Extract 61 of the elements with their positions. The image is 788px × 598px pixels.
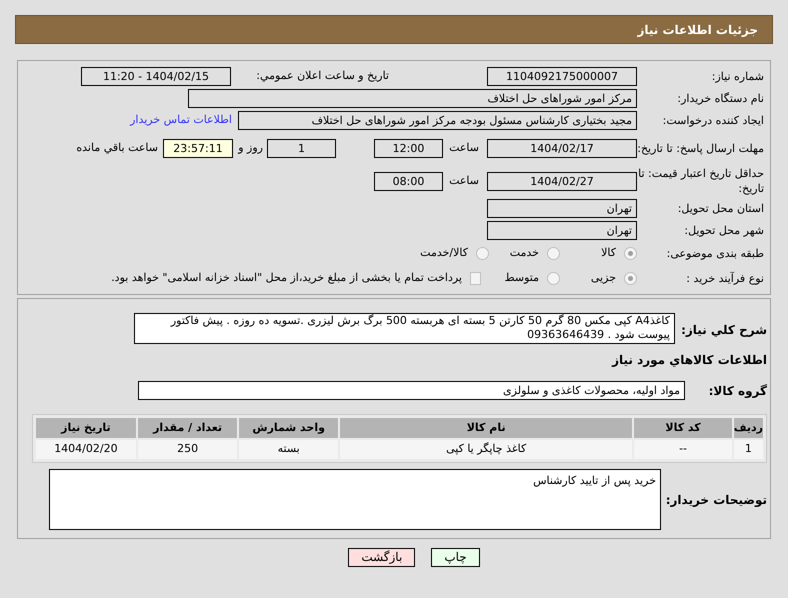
field-label: مهلت ارسال پاسخ: تا تاریخ: (637, 140, 764, 156)
field-label: استان محل تحویل: (676, 201, 764, 216)
field-label: طبقه بندی موضوعی: (666, 246, 764, 260)
column-header: واحد شمارش (239, 418, 338, 438)
field-label: ساعت (448, 140, 479, 156)
column-header: کد کالا (634, 418, 732, 438)
input-field[interactable]: مجید بختیاری کارشناس مسئول بودجه مرکز امور شوراهای حل اختلاف (238, 111, 637, 130)
column-header: تاریخ نیاز (36, 418, 136, 438)
back-button[interactable]: بازگشت (348, 548, 416, 567)
radio-label: جزیی (590, 270, 616, 286)
print-button[interactable]: چاپ (431, 548, 480, 567)
radio-button[interactable] (476, 246, 489, 260)
column-header: نام کالا (340, 418, 632, 438)
field-label: شهر محل تحویل: (683, 223, 764, 238)
checkbox[interactable] (470, 272, 481, 284)
table-cell: 250 (138, 440, 238, 459)
input-field[interactable]: 1404/02/17 (487, 138, 637, 158)
input-field[interactable]: تهران (487, 221, 637, 240)
input-field[interactable]: 23:57:11 (163, 138, 233, 158)
input-field[interactable]: 12:00 (374, 138, 443, 158)
contact-link[interactable]: اطلاعات تماس خریدار (130, 112, 232, 129)
radio-label: کالا (600, 244, 616, 261)
field-label: توضیحات خریدار: (664, 492, 767, 508)
field-label: روز و (236, 140, 263, 156)
input-field[interactable]: 1104092175000007 (487, 67, 637, 86)
notes-box: خرید پس از تایید کارشناس (49, 469, 661, 530)
radio-button[interactable] (624, 272, 637, 284)
field-label: تاریخ و ساعت اعلان عمومي: (255, 68, 389, 84)
field-label: ایجاد کننده درخواست: (662, 113, 764, 128)
radio-button[interactable] (547, 246, 560, 260)
column-header: تعداد / مقدار (138, 418, 238, 438)
input-field[interactable]: تهران (487, 199, 637, 218)
column-header: ردیف (734, 418, 763, 438)
section-heading: اطلاعات کالاهاي مورد نياز (612, 352, 767, 369)
checkbox-label: پرداخت تمام یا بخشی از مبلغ خرید،از محل "اسناد خزانه اسلامی" خواهد بود. (111, 270, 462, 286)
radio-label: متوسط (503, 270, 539, 286)
description-box: کاغذA4 کپی مکس 80 گرم 50 کارتن 5 بسته ای هربسته 500 برگ برش لیزری .تسویه ده روزه . پیش فاکتور پیوست شود . 09363646439 (134, 313, 675, 344)
input-field[interactable]: 1 (267, 138, 336, 158)
table-cell: 1 (734, 440, 763, 459)
input-field[interactable]: مواد اولیه، محصولات کاغذی و سلولزی (138, 381, 685, 400)
table-cell: 1404/02/20 (36, 440, 136, 459)
input-field[interactable]: مرکز امور شوراهای حل اختلاف (188, 89, 637, 108)
table-cell: کاغذ چاپگر یا کپی (340, 440, 632, 459)
radio-button[interactable] (547, 272, 560, 284)
input-field[interactable]: 1404/02/15 - 11:20 (81, 67, 231, 86)
input-field[interactable]: 1404/02/27 (487, 172, 637, 190)
field-label: شماره نیاز: (710, 69, 764, 84)
field-label: گروه کالا: (708, 382, 767, 400)
radio-label: خدمت (508, 244, 539, 261)
table-cell: -- (634, 440, 732, 459)
radio-label: کالا/خدمت (419, 244, 468, 261)
field-label: شرح کلي نياز: (680, 322, 767, 339)
field-label: نوع فرآیند خرید : (685, 270, 764, 286)
table-cell: بسته (239, 440, 338, 459)
input-field[interactable]: 08:00 (374, 172, 443, 190)
field-label: ساعت (448, 172, 479, 189)
field-label: نام دستگاه خریدار: (676, 91, 764, 106)
page-title: جزئیات اطلاعات نیاز (637, 22, 758, 38)
field-label: ساعت باقي مانده (76, 140, 158, 156)
radio-button[interactable] (624, 246, 637, 260)
field-label: حداقل تاریخ اعتبار قیمت: تا تاریخ: (637, 166, 764, 196)
